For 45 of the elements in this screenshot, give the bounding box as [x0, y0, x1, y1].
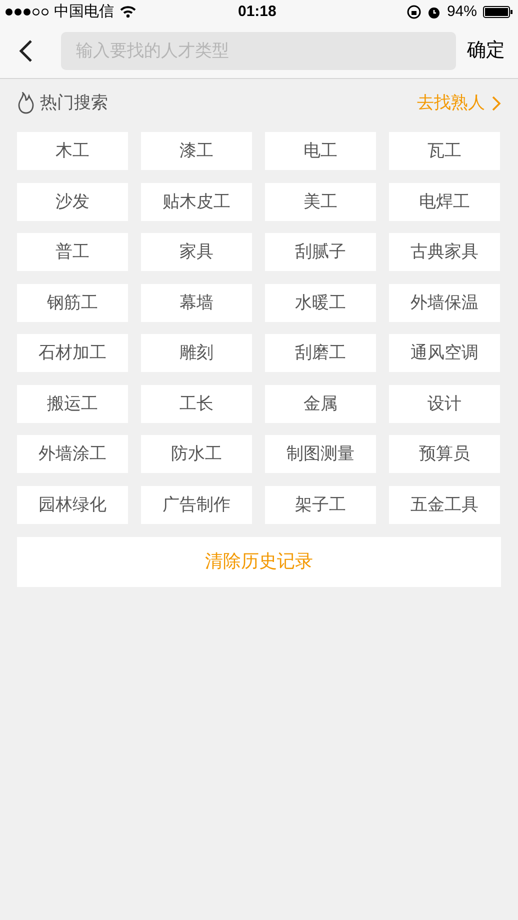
tag-button[interactable]: 贴木皮工	[141, 182, 252, 220]
tag-button[interactable]: 漆工	[141, 132, 252, 170]
tag-button[interactable]: 石材加工	[17, 334, 128, 372]
tag-button[interactable]: 刮磨工	[265, 334, 376, 372]
tag-button[interactable]: 钢筋工	[17, 284, 128, 322]
tag-button[interactable]: 刮腻子	[265, 233, 376, 271]
tag-button[interactable]: 古典家具	[389, 233, 500, 271]
signal-icon	[5, 8, 51, 16]
tag-button[interactable]: 外墙涂工	[17, 435, 128, 473]
tag-button[interactable]: 搬运工	[17, 384, 128, 422]
tag-button[interactable]: 设计	[389, 384, 500, 422]
tag-button[interactable]: 通风空调	[389, 334, 500, 372]
tag-button[interactable]: 美工	[265, 182, 376, 220]
section-title: 热门搜索	[40, 92, 108, 114]
status-time: 01:18	[238, 2, 276, 22]
confirm-button[interactable]: 确定	[467, 36, 505, 66]
tag-button[interactable]: 工长	[141, 384, 252, 422]
tag-button[interactable]: 雕刻	[141, 334, 252, 372]
tag-button[interactable]: 电焊工	[389, 182, 500, 220]
tag-button[interactable]: 电工	[265, 132, 376, 170]
rotation-lock-icon	[406, 5, 421, 19]
flame-icon	[17, 92, 35, 114]
tag-button[interactable]: 沙发	[17, 182, 128, 220]
chevron-icon	[492, 96, 501, 110]
battery-percent: 94%	[446, 2, 477, 22]
tag-button[interactable]: 防水工	[141, 435, 252, 473]
tag-button[interactable]: 架子工	[265, 486, 376, 524]
tag-button[interactable]: 家具	[141, 233, 252, 271]
tag-button[interactable]: 水暖工	[265, 284, 376, 322]
tag-button[interactable]: 幕墙	[141, 284, 252, 322]
wifi-icon	[120, 6, 136, 18]
battery-icon	[483, 6, 513, 18]
tag-button[interactable]: 瓦工	[389, 132, 500, 170]
tag-button[interactable]: 普工	[17, 233, 128, 271]
tag-button[interactable]: 园林绿化	[17, 486, 128, 524]
tag-button[interactable]: 广告制作	[141, 486, 252, 524]
tag-button[interactable]: 五金工具	[389, 486, 500, 524]
alarm-icon	[426, 5, 441, 19]
tag-button[interactable]: 金属	[265, 384, 376, 422]
tag-button[interactable]: 制图测量	[265, 435, 376, 473]
tag-button[interactable]: 预算员	[389, 435, 500, 473]
carrier-name: 中国电信	[54, 2, 114, 22]
tag-button[interactable]: 外墙保温	[389, 284, 500, 322]
back-icon	[19, 39, 33, 63]
tag-button[interactable]: 木工	[17, 132, 128, 170]
